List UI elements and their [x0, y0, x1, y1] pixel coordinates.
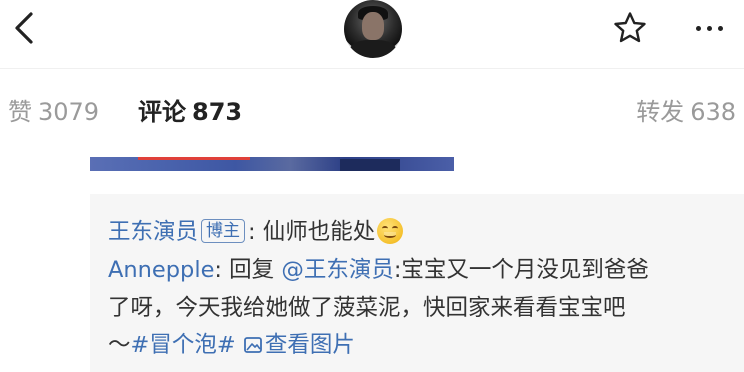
author-avatar[interactable]: [344, 0, 402, 58]
post-image-thumbnail[interactable]: [90, 157, 454, 171]
chevron-left-icon: [15, 12, 33, 44]
header-divider: [0, 68, 744, 69]
tab-comments-label: 评论: [138, 98, 186, 126]
view-image-link[interactable]: 查看图片: [243, 332, 355, 358]
blogger-badge: 博主: [201, 219, 246, 243]
weibo-post-comments-page: 赞 3079 评论 873 转发 638 王东演员 博主: 仙师也能处 Annepple…: [0, 0, 744, 372]
reply-colon: :: [214, 257, 230, 283]
hashtag-link[interactable]: #冒个泡#: [131, 332, 236, 358]
tab-comments-count: 873: [192, 98, 243, 126]
comment-text: 仙师也能处: [262, 219, 376, 245]
comment-separator: :: [248, 219, 263, 245]
top-bar: [0, 0, 744, 62]
tab-reposts-count: 638: [690, 98, 736, 126]
reply-word: 回复: [229, 257, 275, 283]
more-button[interactable]: [686, 9, 732, 47]
post-stats-tabs: 赞 3079 评论 873 转发 638: [0, 92, 744, 140]
tab-reposts[interactable]: 转发 638: [636, 92, 736, 132]
reply-user-link[interactable]: Annepple: [108, 257, 214, 283]
smirk-emoji-icon: [377, 218, 404, 244]
reply-line-1: Annepple: 回复 @王东演员:宝宝又一个月没见到爸爸: [108, 252, 649, 288]
reply-text-1: :宝宝又一个月没见到爸爸: [393, 257, 649, 283]
reply-tilde: ～: [108, 332, 131, 358]
back-button[interactable]: [6, 10, 42, 46]
mention-link[interactable]: @王东演员: [281, 257, 394, 283]
comment-line-1: 王东演员 博主: 仙师也能处: [108, 214, 404, 250]
reply-text-2: 了呀，今天我给她做了菠菜泥，快回家来看看宝宝吧: [108, 295, 626, 321]
tab-comments[interactable]: 评论 873: [138, 92, 242, 132]
tab-likes-count: 3079: [38, 98, 100, 126]
comment-author-link[interactable]: 王东演员: [108, 219, 198, 245]
view-image-label: 查看图片: [264, 332, 355, 358]
reply-line-3: ～#冒个泡# 查看图片: [108, 327, 355, 363]
star-outline-icon: [614, 12, 646, 43]
favorite-button[interactable]: [611, 9, 649, 47]
tab-likes-label: 赞: [8, 98, 32, 126]
tab-likes[interactable]: 赞 3079: [8, 92, 99, 132]
reply-comment-card[interactable]: 王东演员 博主: 仙师也能处 Annepple: 回复 @王东演员:宝宝又一个月没…: [90, 194, 744, 372]
image-icon: [243, 337, 262, 353]
tab-reposts-label: 转发: [636, 98, 685, 126]
more-horizontal-icon: [695, 25, 701, 31]
reply-line-2: 了呀，今天我给她做了菠菜泥，快回家来看看宝宝吧: [108, 290, 626, 326]
